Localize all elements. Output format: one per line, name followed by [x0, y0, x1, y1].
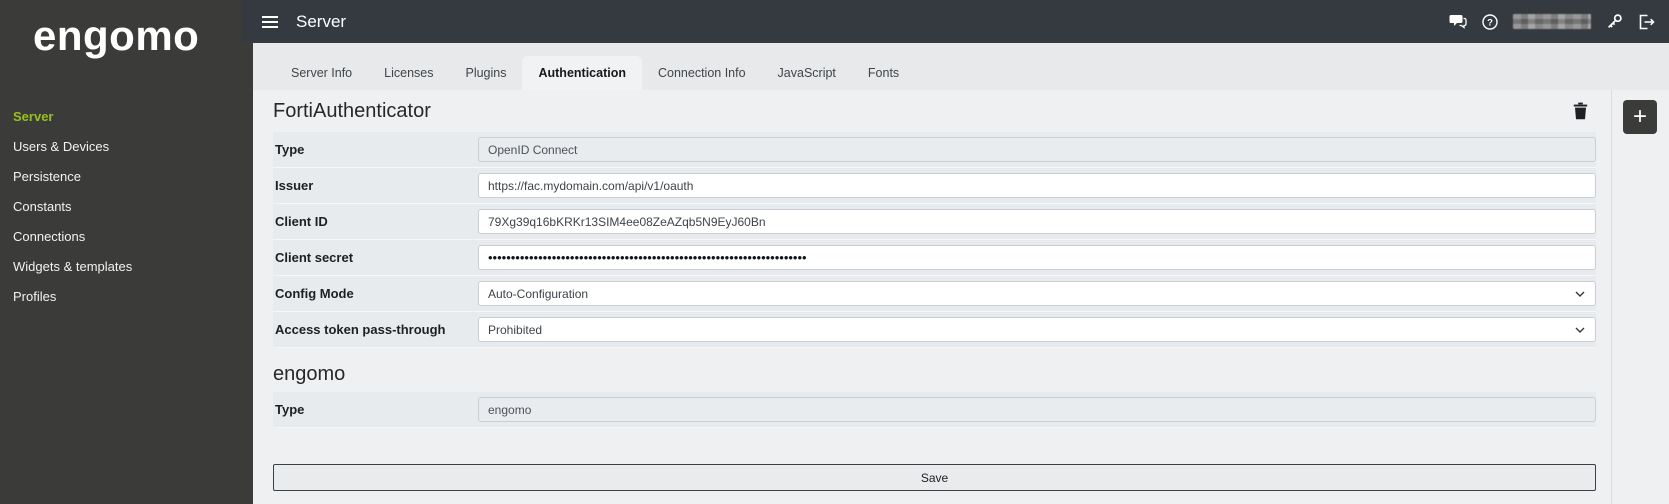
page-title: Server: [296, 11, 347, 31]
tab-connection-info[interactable]: Connection Info: [642, 56, 762, 90]
right-rail: +: [1611, 90, 1669, 504]
config-mode-select[interactable]: Auto-Configuration: [478, 281, 1596, 306]
form-row-type: Type: [273, 132, 1596, 168]
type-field: [478, 137, 1596, 162]
form-row-client-secret: Client secret: [273, 240, 1596, 276]
form-row-access-token: Access token pass-through Prohibited: [273, 312, 1596, 348]
field-label-issuer: Issuer: [275, 178, 314, 193]
form-row-engomo-type: Type: [273, 392, 1596, 428]
tab-javascript[interactable]: JavaScript: [762, 56, 852, 90]
access-token-select[interactable]: Prohibited: [478, 317, 1596, 342]
sidebar-item-profiles[interactable]: Profiles: [0, 282, 253, 312]
chevron-down-icon: [1575, 291, 1585, 297]
section-title: engomo: [273, 362, 346, 385]
form-row-issuer: Issuer: [273, 168, 1596, 204]
sidebar-item-connections[interactable]: Connections: [0, 222, 253, 252]
tab-licenses[interactable]: Licenses: [368, 56, 449, 90]
add-provider-button[interactable]: +: [1623, 100, 1657, 134]
logout-icon[interactable]: [1637, 13, 1655, 31]
tab-authentication[interactable]: Authentication: [522, 56, 642, 90]
chevron-down-icon: [1575, 327, 1585, 333]
config-mode-value: Auto-Configuration: [488, 286, 589, 301]
sidebar-item-constants[interactable]: Constants: [0, 192, 253, 222]
sidebar-item-server[interactable]: Server: [0, 102, 253, 132]
tab-plugins[interactable]: Plugins: [449, 56, 522, 90]
section-title: FortiAuthenticator: [273, 99, 431, 122]
form-row-config-mode: Config Mode Auto-Configuration: [273, 276, 1596, 312]
field-label-client-secret: Client secret: [275, 250, 354, 265]
help-icon[interactable]: ?: [1481, 13, 1499, 31]
sidebar: engomo Server Users & Devices Persistenc…: [0, 0, 253, 504]
trash-icon: [1573, 102, 1587, 120]
sidebar-menu: Server Users & Devices Persistence Const…: [0, 102, 253, 312]
hamburger-icon[interactable]: [262, 15, 278, 28]
chat-bubbles-icon[interactable]: [1449, 13, 1467, 31]
field-label-engomo-type: Type: [275, 402, 305, 417]
tab-server-info[interactable]: Server Info: [275, 56, 368, 90]
key-icon[interactable]: [1605, 13, 1623, 31]
form-row-client-id: Client ID: [273, 204, 1596, 240]
save-button[interactable]: Save: [273, 464, 1596, 491]
engomo-type-field: [478, 397, 1596, 422]
engomo-logo: engomo: [33, 12, 200, 59]
section-header-fortiauthenticator: FortiAuthenticator: [273, 90, 1596, 132]
svg-text:?: ?: [1487, 17, 1493, 28]
sidebar-item-users-devices[interactable]: Users & Devices: [0, 132, 253, 162]
tab-bar: Server Info Licenses Plugins Authenticat…: [253, 43, 1669, 90]
access-token-value: Prohibited: [488, 322, 543, 337]
field-label-config-mode: Config Mode: [275, 286, 354, 301]
field-label-client-id: Client ID: [275, 214, 328, 229]
auth-settings-panel: FortiAuthenticator Type Issuer Client: [273, 90, 1596, 491]
topbar: Server ?: [242, 0, 1669, 43]
field-label-access-token: Access token pass-through: [275, 322, 446, 337]
content-area: FortiAuthenticator Type Issuer Client: [253, 90, 1669, 504]
client-secret-field[interactable]: [478, 245, 1596, 270]
section-header-engomo: engomo: [273, 356, 1596, 392]
sidebar-item-widgets-templates[interactable]: Widgets & templates: [0, 252, 253, 282]
client-id-field[interactable]: [478, 209, 1596, 234]
sidebar-item-persistence[interactable]: Persistence: [0, 162, 253, 192]
redacted-username: [1513, 14, 1591, 29]
tab-fonts[interactable]: Fonts: [852, 56, 915, 90]
field-label-type: Type: [275, 142, 305, 157]
topbar-actions: ?: [1449, 13, 1655, 31]
delete-provider-button[interactable]: [1570, 100, 1590, 122]
issuer-field[interactable]: [478, 173, 1596, 198]
